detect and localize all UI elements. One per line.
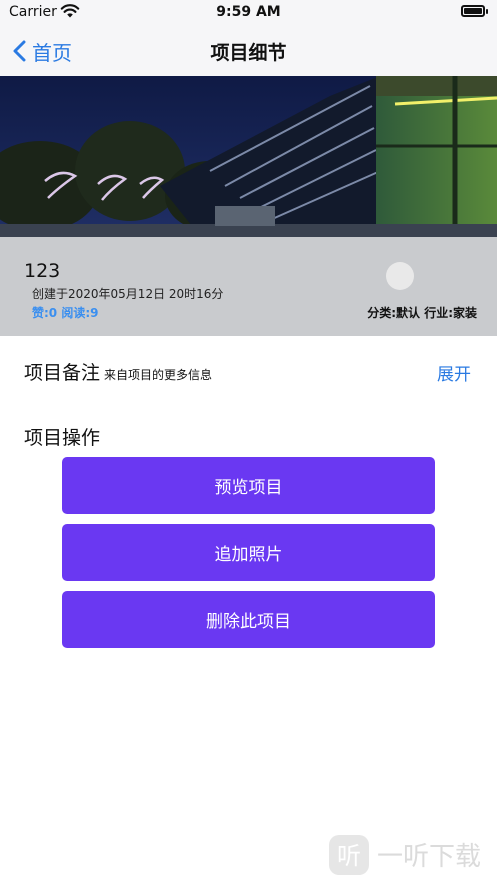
- battery-icon: [461, 5, 488, 17]
- project-stats: 赞:0 阅读:9: [32, 306, 99, 320]
- watermark-icon: 听 一听下载: [329, 835, 481, 875]
- notes-title: 项目备注: [24, 362, 101, 384]
- notes-subtitle: 来自项目的更多信息: [104, 368, 213, 382]
- page-title: 项目细节: [210, 42, 287, 64]
- created-date: 创建于2020年05月12日 20时16分: [32, 287, 224, 301]
- notes-section: 项目备注 来自项目的更多信息 展开: [24, 358, 474, 386]
- add-photos-button[interactable]: 追加照片: [62, 524, 435, 581]
- operations-title: 项目操作: [24, 427, 101, 449]
- clock: 9:59 AM: [216, 4, 281, 20]
- navigation-bar: 首页 项目细节: [0, 26, 497, 76]
- status-bar: Carrier 9:59 AM: [0, 0, 497, 26]
- svg-text:听: 听: [337, 842, 361, 870]
- project-cover-image: 123 创建于2020年05月12日 20时16分 赞:0 阅读:9 分类:默认…: [0, 76, 497, 336]
- svg-text:一听下载: 一听下载: [377, 842, 481, 872]
- project-name: 123: [24, 260, 61, 282]
- project-category: 分类:默认 行业:家装: [367, 306, 477, 320]
- project-info-panel: 123 创建于2020年05月12日 20时16分 赞:0 阅读:9 分类:默认…: [0, 237, 497, 336]
- preview-project-button[interactable]: 预览项目: [62, 457, 435, 514]
- watermark-logo: 听 一听下载: [329, 833, 491, 877]
- expand-notes-button[interactable]: 展开: [437, 360, 471, 385]
- delete-project-button[interactable]: 删除此项目: [62, 591, 435, 648]
